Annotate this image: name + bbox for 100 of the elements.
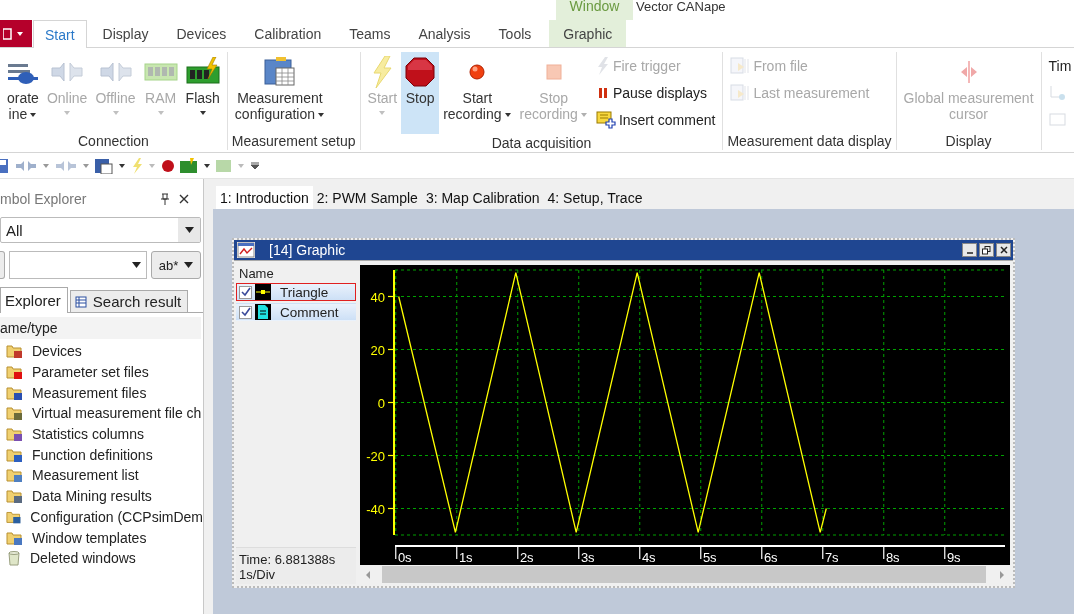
document-tab[interactable]: 1: Introduction <box>216 186 313 209</box>
pin-icon[interactable] <box>160 193 170 205</box>
tree-item[interactable]: Window templates <box>0 527 203 548</box>
ribbon-tab[interactable]: Analysis <box>406 20 483 47</box>
caret-icon[interactable] <box>118 162 126 169</box>
document-icon <box>730 57 751 75</box>
ribbon-button[interactable]: Flash <box>181 52 224 132</box>
application-menu-button[interactable] <box>0 20 32 47</box>
x-tick-label: 0s <box>397 550 412 565</box>
ribbon-tab[interactable]: Tools <box>486 20 544 47</box>
ribbon-button[interactable]: Measurement configuration <box>230 52 329 132</box>
axis-icon <box>1048 85 1067 101</box>
caret-icon <box>579 112 588 119</box>
x-tick-label: 5s <box>702 550 717 565</box>
ribbon-button[interactable]: Start recording <box>439 52 516 134</box>
x-tick-label: 6s <box>763 550 778 565</box>
lightning-icon <box>595 57 610 75</box>
caret-icon[interactable] <box>203 162 211 169</box>
folder-icon <box>6 467 24 484</box>
checkmark-icon <box>240 307 251 317</box>
tree-item[interactable]: Configuration (CCPsimDem <box>0 506 203 528</box>
window-title: Vector CANape <box>636 0 726 14</box>
scrollbar-thumb[interactable] <box>382 566 986 583</box>
y-tick-label: -40 <box>366 501 385 517</box>
tree-item[interactable]: Parameter set files <box>0 361 203 383</box>
folder-table-icon[interactable] <box>95 157 113 174</box>
contextual-tab-group-label: Window <box>556 0 633 20</box>
save-icon[interactable] <box>0 157 10 174</box>
checkbox[interactable] <box>239 285 252 299</box>
signal-row[interactable]: Triangle <box>236 283 356 301</box>
column-header: Name <box>238 265 275 283</box>
stop-icon <box>405 54 436 90</box>
tree-item[interactable]: Deleted windows <box>0 547 203 569</box>
ribbon-tab[interactable]: Devices <box>164 20 239 47</box>
ribbon-button[interactable]: Tim <box>1048 54 1072 78</box>
folder-icon <box>6 343 24 360</box>
ribbon-button[interactable]: Insert comment <box>595 108 716 132</box>
tree-item[interactable]: Devices <box>0 341 203 362</box>
checkbox[interactable] <box>239 305 252 319</box>
search-mode-button[interactable]: ab* <box>151 251 201 279</box>
minimize-button[interactable] <box>962 243 977 257</box>
lightning-icon <box>371 54 394 90</box>
panel-title: mbol Explorer <box>0 191 88 207</box>
x-tick-label: 7s <box>824 550 839 565</box>
panel-tab[interactable]: Explorer <box>0 287 68 313</box>
caret-icon <box>198 110 207 116</box>
folder-icon <box>6 529 24 546</box>
ribbon-tab[interactable]: Graphic <box>549 20 627 47</box>
search-field[interactable] <box>9 251 147 279</box>
chip-icon[interactable] <box>180 157 198 174</box>
restore-button[interactable] <box>979 243 994 257</box>
folder-icon <box>6 364 24 381</box>
tree-item[interactable]: Measurement list <box>0 465 203 486</box>
tree-item[interactable]: Virtual measurement file ch <box>0 403 203 424</box>
window-title: [14] Graphic <box>269 242 347 258</box>
y-tick-label: 40 <box>370 289 385 305</box>
filter-dropdown[interactable]: All <box>0 217 201 243</box>
tree-item[interactable]: Function definitions <box>0 444 203 466</box>
ribbon-group-label: Connection <box>77 132 150 150</box>
ribbon-button[interactable]: Pause displays <box>595 81 716 105</box>
x-tick-label: 1s <box>458 550 473 565</box>
checkmark-icon <box>240 287 251 297</box>
caret-icon <box>184 227 194 233</box>
caret-icon <box>132 262 141 268</box>
caret-icon <box>378 110 387 116</box>
scroll-left-icon[interactable] <box>364 569 372 580</box>
note-add-icon <box>595 111 616 129</box>
ribbon-button[interactable]: orate ine <box>3 52 43 132</box>
close-button[interactable] <box>996 243 1011 257</box>
y-tick-label: 0 <box>377 395 385 411</box>
ribbon-button[interactable]: Stop <box>401 52 440 134</box>
frame-icon <box>1048 112 1067 128</box>
signal-row[interactable]: Comment <box>236 303 356 321</box>
ribbon-group-label: Display <box>944 132 993 150</box>
toolbar-button[interactable] <box>0 251 5 279</box>
x-tick-label: 3s <box>580 550 595 565</box>
column-header: ame/type <box>0 317 201 339</box>
tree-item[interactable]: Data Mining results <box>0 485 203 507</box>
line-sample-icon <box>255 284 271 300</box>
ribbon-tab[interactable]: Display <box>90 20 161 47</box>
scroll-right-icon[interactable] <box>998 569 1006 580</box>
panel-tab[interactable]: Search result <box>69 290 189 312</box>
record-icon[interactable] <box>161 158 175 173</box>
caret-icon <box>184 262 194 268</box>
y-tick-label: -20 <box>366 448 385 464</box>
close-icon <box>999 246 1008 254</box>
caret-icon <box>156 110 165 116</box>
ribbon-tab[interactable]: Teams <box>337 20 403 47</box>
tree-item[interactable]: Measurement files <box>0 382 203 404</box>
tree-item[interactable]: Statistics columns <box>0 423 203 445</box>
ribbon-group-label: Data acquisition <box>490 134 593 152</box>
caret-icon <box>63 110 72 116</box>
connector-icon[interactable] <box>15 158 37 173</box>
x-tick-label: 4s <box>641 550 656 565</box>
customize-menu-icon[interactable] <box>250 161 260 170</box>
ribbon-tab[interactable]: Start <box>33 20 87 48</box>
connector-icon[interactable] <box>55 158 77 173</box>
close-icon[interactable] <box>179 194 189 204</box>
time-readout: Time: 6.881388s <box>239 552 337 567</box>
ribbon-tab[interactable]: Calibration <box>242 20 334 47</box>
